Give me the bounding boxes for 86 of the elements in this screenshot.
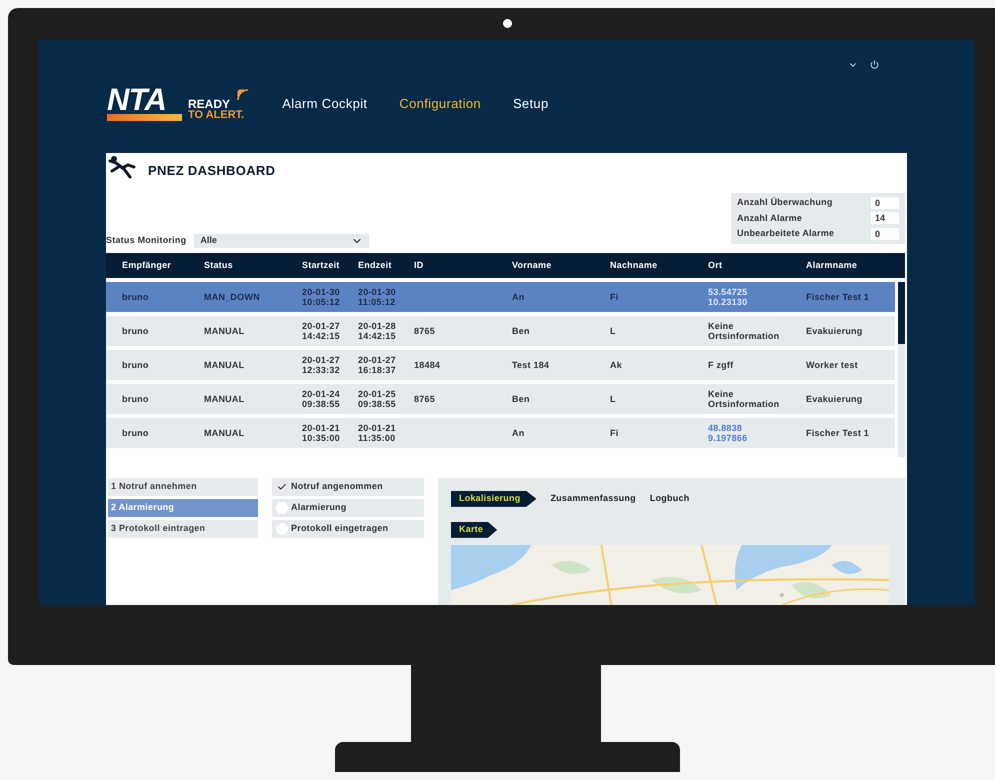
column-header: Startzeit	[302, 258, 341, 272]
signal-icon	[236, 88, 250, 102]
table-cell-text: 20-01-27 14:42:15	[302, 320, 341, 341]
status-select[interactable]: Alle	[194, 234, 370, 248]
stat-label: Anzahl Alarme	[737, 212, 802, 225]
checklist-item[interactable]: Alarmierung	[272, 498, 424, 517]
stat-label: Anzahl Überwachung	[737, 196, 833, 210]
column-header: Status	[204, 258, 234, 272]
table-cell-text: 20-01-27 12:33:32	[302, 354, 341, 375]
step-item[interactable]: 1 Notruf annehmen	[108, 478, 258, 496]
table-cell-text: bruno	[122, 326, 150, 336]
step-item[interactable]: 3 Protokoll eintragen	[108, 520, 258, 538]
table-cell-text: 18484	[414, 360, 442, 370]
nav-link[interactable]: Configuration	[399, 94, 481, 114]
table-cell-text: L	[610, 394, 617, 404]
table-row[interactable]: bruno MANUAL 20-01-21 10:35:00 20-01-21 11:35:00 An Fi 48.8838 9.197866 Fischer Test 1	[106, 418, 895, 448]
table-cell-text: Fischer Test 1	[806, 428, 870, 438]
table-row[interactable]: bruno MANUAL 20-01-24 09:38:55 20-01-25 09:38:55 8765 Ben L Keine Ortsinformation Evakuierung	[106, 384, 895, 414]
table-cell-text: Keine Ortsinformation	[708, 388, 780, 409]
table-cell-text: bruno	[122, 360, 150, 370]
table-cell-text: 8765	[414, 326, 436, 336]
table-cell-text: 20-01-30 10:05:12	[302, 286, 341, 307]
table-cell-text: 20-01-25 09:38:55	[358, 388, 397, 409]
table-cell-text: 20-01-30 11:05:12	[358, 286, 397, 307]
table-cell-text: Ak	[610, 360, 623, 370]
table-cell-text: bruno	[122, 394, 150, 404]
power-icon[interactable]	[870, 60, 879, 69]
table-cell-text: MANUAL	[204, 428, 246, 438]
table-cell-text: 20-01-24 09:38:55	[302, 388, 341, 409]
logo-mark: NTA	[107, 86, 168, 114]
details-tab[interactable]: Logbuch	[650, 490, 690, 507]
table-cell-text: Fischer Test 1	[806, 292, 870, 302]
details-tab[interactable]: Zusammenfassung	[550, 490, 636, 507]
table-cell-text: Evakuierung	[806, 326, 864, 336]
logo-tagline: TO ALERT.	[188, 110, 244, 121]
table-row[interactable]: bruno MANUAL 20-01-27 14:42:15 20-01-28 14:42:15 8765 Ben L Keine Ortsinformation Evakuierung	[106, 316, 895, 346]
column-header: Vorname	[512, 258, 552, 272]
table-cell-text: 8765	[414, 394, 436, 404]
column-header: Endzeit	[358, 258, 393, 272]
table-row[interactable]: bruno MAN_DOWN 20-01-30 10:05:12 20-01-30 11:05:12 An Fi 53.54725 10.23130 Fischer Test 1	[106, 282, 895, 312]
stat-value: 0	[871, 228, 899, 240]
nav-link[interactable]: Setup	[512, 94, 549, 114]
table-cell-text: 48.8838 9.197866	[708, 422, 748, 443]
logo-tagline: READY	[188, 98, 230, 110]
table-cell-text: L	[610, 326, 617, 336]
table-cell-text: 20-01-21 10:35:00	[302, 422, 341, 443]
table-cell-text: 20-01-21 11:35:00	[358, 422, 397, 443]
checklist-item[interactable]: Notruf angenommen	[272, 478, 424, 496]
table-row[interactable]: bruno MANUAL 20-01-27 12:33:32 20-01-27 16:18:37 18484 Test 184 Ak F zgff Worker test	[106, 350, 895, 380]
table-cell-text: Fi	[610, 292, 620, 302]
column-header: ID	[414, 258, 424, 272]
table-cell-text: Evakuierung	[806, 394, 864, 404]
nav-link[interactable]: Alarm Cockpit	[282, 94, 368, 114]
table-cell-text: F zgff	[708, 360, 734, 370]
table-cell-text: Keine Ortsinformation	[708, 320, 780, 341]
table-cell-text: Worker test	[806, 360, 859, 370]
scrollbar[interactable]	[898, 282, 905, 457]
section-tag: Karte	[451, 522, 498, 538]
falling-person-icon	[108, 154, 136, 179]
table-cell-text: MAN_DOWN	[204, 292, 261, 302]
table-cell-text: Fi	[610, 428, 620, 438]
table-cell-text: bruno	[122, 428, 150, 438]
column-header: Ort	[708, 258, 724, 272]
table-cell-text: Test 184	[512, 360, 550, 370]
column-header: Empfänger	[122, 258, 172, 272]
table-cell-text: 20-01-27 16:18:37	[358, 354, 397, 375]
table-cell-text: 53.54725 10.23130	[708, 286, 748, 307]
table-cell-text: An	[512, 292, 526, 302]
details-tab[interactable]: Lokalisierung	[451, 490, 536, 507]
camera-icon	[503, 19, 512, 28]
table-cell-text: 20-01-28 14:42:15	[358, 320, 397, 341]
dashboard-title: PNEZ DASHBOARD	[148, 162, 276, 180]
stat-value: 14	[871, 212, 899, 224]
table-cell-text: Ben	[512, 394, 531, 404]
checklist-item[interactable]: Protokoll eingetragen	[272, 520, 424, 538]
table-cell-text: MANUAL	[204, 360, 246, 370]
table-cell-text: bruno	[122, 292, 150, 302]
table-cell-text: Ben	[512, 326, 531, 336]
column-header: Nachname	[610, 258, 658, 272]
stat-value: 0	[871, 196, 899, 209]
table-cell-text: An	[512, 428, 526, 438]
column-header: Alarmname	[806, 258, 858, 272]
table-cell-text: MANUAL	[204, 326, 246, 336]
stat-label: Unbearbeitete Alarme	[737, 227, 834, 240]
table-cell-text: MANUAL	[204, 394, 246, 404]
filter-label: Status Monitoring	[106, 234, 186, 248]
